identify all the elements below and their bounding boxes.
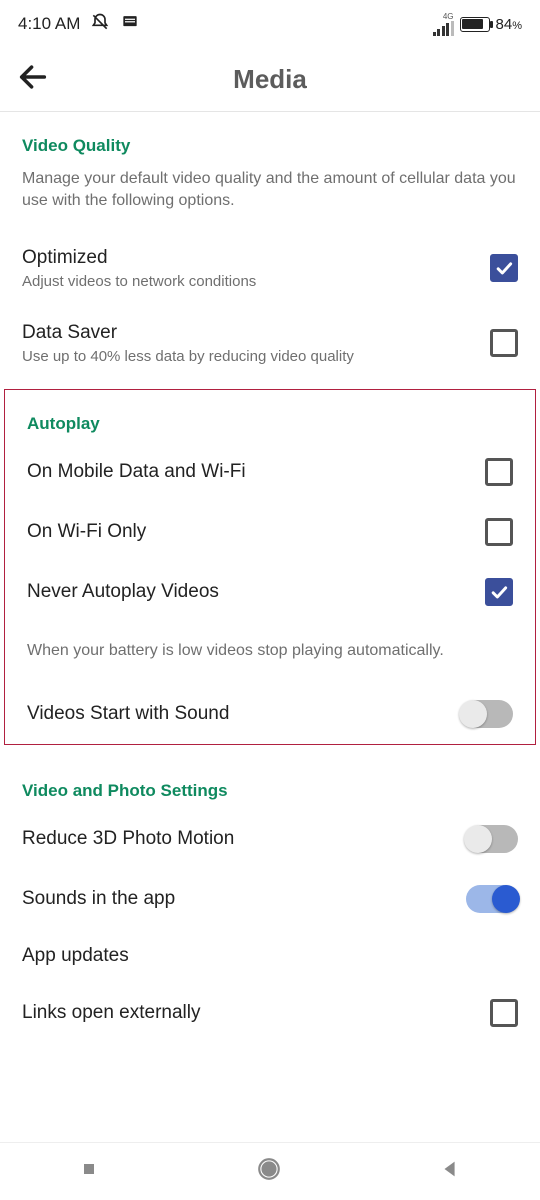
reduce-3d-toggle[interactable] — [466, 825, 518, 853]
sounds-app-toggle[interactable] — [466, 885, 518, 913]
section-vps: Video and Photo Settings — [0, 757, 540, 809]
optimized-label: Optimized — [22, 247, 256, 269]
battery-icon — [460, 17, 490, 32]
nav-back-icon[interactable] — [439, 1158, 461, 1185]
data-saver-sub: Use up to 40% less data by reducing vide… — [22, 348, 354, 365]
row-autoplay-never[interactable]: Never Autoplay Videos — [5, 562, 535, 622]
data-saver-checkbox[interactable] — [490, 329, 518, 357]
optimized-sub: Adjust videos to network conditions — [22, 273, 256, 290]
links-external-label: Links open externally — [22, 1002, 201, 1024]
data-saver-label: Data Saver — [22, 322, 354, 344]
links-external-checkbox[interactable] — [490, 999, 518, 1027]
page-title: Media — [0, 64, 540, 95]
status-bar: 4:10 AM 4G 84% — [0, 0, 540, 48]
row-app-updates[interactable]: App updates — [0, 929, 540, 983]
signal-icon — [433, 21, 454, 36]
reduce-3d-label: Reduce 3D Photo Motion — [22, 828, 234, 850]
nav-recent-icon[interactable] — [79, 1159, 99, 1184]
row-optimized[interactable]: Optimized Adjust videos to network condi… — [0, 231, 540, 306]
app-bar: Media — [0, 48, 540, 112]
autoplay-never-label: Never Autoplay Videos — [27, 581, 219, 603]
autoplay-never-checkbox[interactable] — [485, 578, 513, 606]
section-video-quality: Video Quality — [0, 112, 540, 164]
autoplay-wifi-only-checkbox[interactable] — [485, 518, 513, 546]
videos-sound-label: Videos Start with Sound — [27, 703, 229, 725]
notification-icon — [120, 12, 140, 37]
row-sounds-app[interactable]: Sounds in the app — [0, 869, 540, 929]
row-reduce-3d[interactable]: Reduce 3D Photo Motion — [0, 809, 540, 869]
video-quality-desc: Manage your default video quality and th… — [0, 164, 540, 231]
autoplay-mobile-wifi-label: On Mobile Data and Wi-Fi — [27, 461, 246, 483]
android-navbar — [0, 1142, 540, 1200]
videos-sound-toggle[interactable] — [461, 700, 513, 728]
battery-percent: 84% — [496, 16, 522, 33]
sounds-app-label: Sounds in the app — [22, 888, 175, 910]
row-links-external[interactable]: Links open externally — [0, 983, 540, 1043]
nav-home-icon[interactable] — [256, 1156, 282, 1187]
mute-icon — [90, 12, 110, 37]
autoplay-highlight: Autoplay On Mobile Data and Wi-Fi On Wi-… — [4, 389, 536, 745]
app-updates-label: App updates — [22, 945, 129, 967]
optimized-checkbox[interactable] — [490, 254, 518, 282]
section-autoplay: Autoplay — [5, 390, 535, 442]
network-type: 4G — [443, 13, 454, 21]
row-data-saver[interactable]: Data Saver Use up to 40% less data by re… — [0, 306, 540, 381]
autoplay-battery-note: When your battery is low videos stop pla… — [5, 622, 535, 684]
row-autoplay-mobile-wifi[interactable]: On Mobile Data and Wi-Fi — [5, 442, 535, 502]
autoplay-mobile-wifi-checkbox[interactable] — [485, 458, 513, 486]
autoplay-wifi-only-label: On Wi-Fi Only — [27, 521, 146, 543]
status-time: 4:10 AM — [18, 14, 80, 34]
row-videos-sound[interactable]: Videos Start with Sound — [5, 684, 535, 744]
row-autoplay-wifi-only[interactable]: On Wi-Fi Only — [5, 502, 535, 562]
